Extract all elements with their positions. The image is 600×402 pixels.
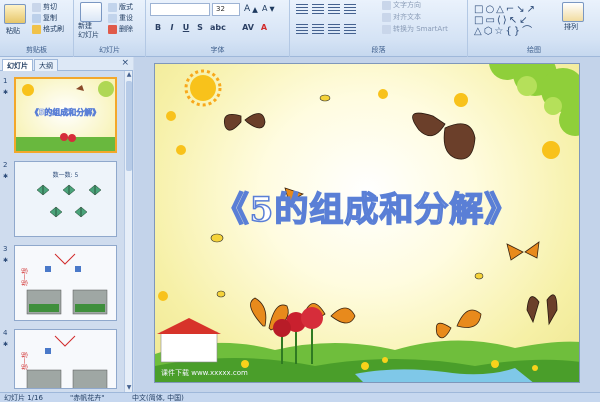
underline-button[interactable]: U <box>180 22 192 34</box>
pane-scrollbar[interactable]: ▲ ▼ <box>124 71 132 392</box>
thumbnail-number: 4 <box>3 329 8 337</box>
slides-label: 幻灯片 <box>99 46 120 54</box>
shadow-button[interactable]: S <box>194 22 206 34</box>
grow-font-button[interactable]: A ▲ <box>244 4 258 14</box>
font-color-icon[interactable]: A <box>258 22 270 34</box>
reset-button[interactable]: 重设 <box>108 13 133 23</box>
scissors-icon <box>32 2 41 12</box>
new-slide-button[interactable]: 新建 幻灯片 <box>78 22 99 40</box>
slide-counter: 幻灯片 1/16 <box>4 394 43 402</box>
thumbnail-image: 数一数: 5 <box>14 161 117 237</box>
align-text-button[interactable]: 对齐文本 <box>382 12 421 22</box>
slides-group: 新建 幻灯片 版式 重设 删除 幻灯片 <box>74 0 146 57</box>
language-indicator[interactable]: 中文(简体, 中国) <box>132 393 184 402</box>
increase-indent-icon[interactable] <box>344 4 356 14</box>
paste-icon <box>4 4 26 24</box>
layout-button[interactable]: 版式 <box>108 2 133 12</box>
align-center-icon[interactable] <box>312 24 324 34</box>
bullets-icon[interactable] <box>296 4 308 14</box>
delete-slide-button[interactable]: 删除 <box>108 24 133 34</box>
delete-icon <box>108 24 117 34</box>
shapes-gallery-icon[interactable]: □○△⌐↘↗ □▭⟨⟩↖↙ △⬡☆{}⌒ <box>474 4 537 37</box>
ribbon: 粘贴 剪切 复制 格式刷 剪贴板 新建 幻灯片 版式 重设 删除 幻灯片 32 … <box>0 0 600 57</box>
font-group: 32 A ▲ A ▼ B I U S abc AV A 字体 <box>146 0 290 57</box>
animation-icon: ✱ <box>3 341 9 348</box>
copy-icon <box>32 13 41 23</box>
thumbnail-image: 想一想 <box>14 245 117 321</box>
decrease-indent-icon[interactable] <box>328 4 340 14</box>
theme-name[interactable]: "赤帆花卉" <box>70 393 104 402</box>
svg-text:想一想: 想一想 <box>21 352 29 370</box>
thumbnail-title: 数一数: 5 <box>52 172 79 179</box>
thumbnail-number: 1 <box>3 77 8 85</box>
paragraph-group: 文字方向 对齐文本 转换为 SmartArt 段落 <box>290 0 468 57</box>
animation-icon: ✱ <box>3 173 9 180</box>
copy-button[interactable]: 复制 <box>32 13 57 23</box>
slide-title[interactable]: 《5的组成和分解》 <box>155 182 579 231</box>
close-icon[interactable]: × <box>121 58 129 68</box>
arrange-icon <box>562 2 584 22</box>
thumbnail-image: 《5的组成和分解》 <box>14 77 117 153</box>
animation-icon: ✱ <box>3 257 9 264</box>
font-name-combo[interactable] <box>150 3 210 16</box>
italic-button[interactable]: I <box>166 22 178 34</box>
char-spacing-icon[interactable]: AV <box>242 22 254 34</box>
status-bar: 幻灯片 1/16 "赤帆花卉" 中文(简体, 中国) <box>0 392 600 402</box>
thumbnail-number: 3 <box>3 245 8 253</box>
strikethrough-icon[interactable]: abc <box>210 22 226 34</box>
format-painter-button[interactable]: 格式刷 <box>32 24 64 34</box>
shrink-font-button[interactable]: A ▼ <box>262 4 275 13</box>
smartart-button[interactable]: 转换为 SmartArt <box>382 24 448 34</box>
animation-icon: ✱ <box>3 89 9 96</box>
smartart-icon <box>382 24 391 34</box>
drawing-label: 绘图 <box>527 46 541 54</box>
layout-icon <box>108 2 117 12</box>
brush-icon <box>32 24 41 34</box>
text-direction-icon <box>382 0 391 10</box>
clipboard-label: 剪贴板 <box>26 46 47 54</box>
pane-tabs: 幻灯片 大纲 × <box>0 57 133 71</box>
svg-text:想一想: 想一想 <box>21 268 29 286</box>
scroll-down-icon[interactable]: ▼ <box>125 384 133 392</box>
watermark: 课件下载 www.xxxxx.com <box>161 369 248 377</box>
paragraph-label: 段落 <box>371 46 386 54</box>
align-text-icon <box>382 12 391 22</box>
drawing-group: □○△⌐↘↗ □▭⟨⟩↖↙ △⬡☆{}⌒ 排列 绘图 <box>468 0 600 57</box>
slide-editor: 《5的组成和分解》 课件下载 www.xxxxx.com <box>134 57 600 392</box>
paste-button[interactable]: 粘贴 <box>6 26 20 36</box>
new-slide-icon <box>80 2 102 22</box>
clipboard-group: 粘贴 剪切 复制 格式刷 剪贴板 <box>0 0 74 57</box>
scroll-up-icon[interactable]: ▲ <box>125 71 133 79</box>
font-label: 字体 <box>210 46 225 54</box>
font-size-combo[interactable]: 32 <box>212 3 240 16</box>
thumbnail-title: 《5的组成和分解》 <box>30 108 101 118</box>
justify-icon[interactable] <box>344 24 356 34</box>
arrange-button[interactable]: 排列 <box>564 22 578 32</box>
reset-icon <box>108 13 117 23</box>
align-right-icon[interactable] <box>328 24 340 34</box>
thumbnail-pane: 幻灯片 大纲 × 1 ✱ 《5的组成和分解》 2 ✱ 数一数: 5 3 ✱ 想一… <box>0 57 133 392</box>
current-slide[interactable]: 《5的组成和分解》 课件下载 www.xxxxx.com <box>154 63 580 383</box>
scroll-thumb[interactable] <box>126 81 132 171</box>
bold-button[interactable]: B <box>152 22 164 34</box>
thumbnail-number: 2 <box>3 161 8 169</box>
thumbnail-image: 想一想 <box>14 329 117 389</box>
cut-button[interactable]: 剪切 <box>32 2 57 12</box>
numbering-icon[interactable] <box>312 4 324 14</box>
tab-outline[interactable]: 大纲 <box>34 59 58 71</box>
tab-slides[interactable]: 幻灯片 <box>2 59 33 71</box>
text-direction-button[interactable]: 文字方向 <box>382 0 421 10</box>
align-left-icon[interactable] <box>296 24 308 34</box>
